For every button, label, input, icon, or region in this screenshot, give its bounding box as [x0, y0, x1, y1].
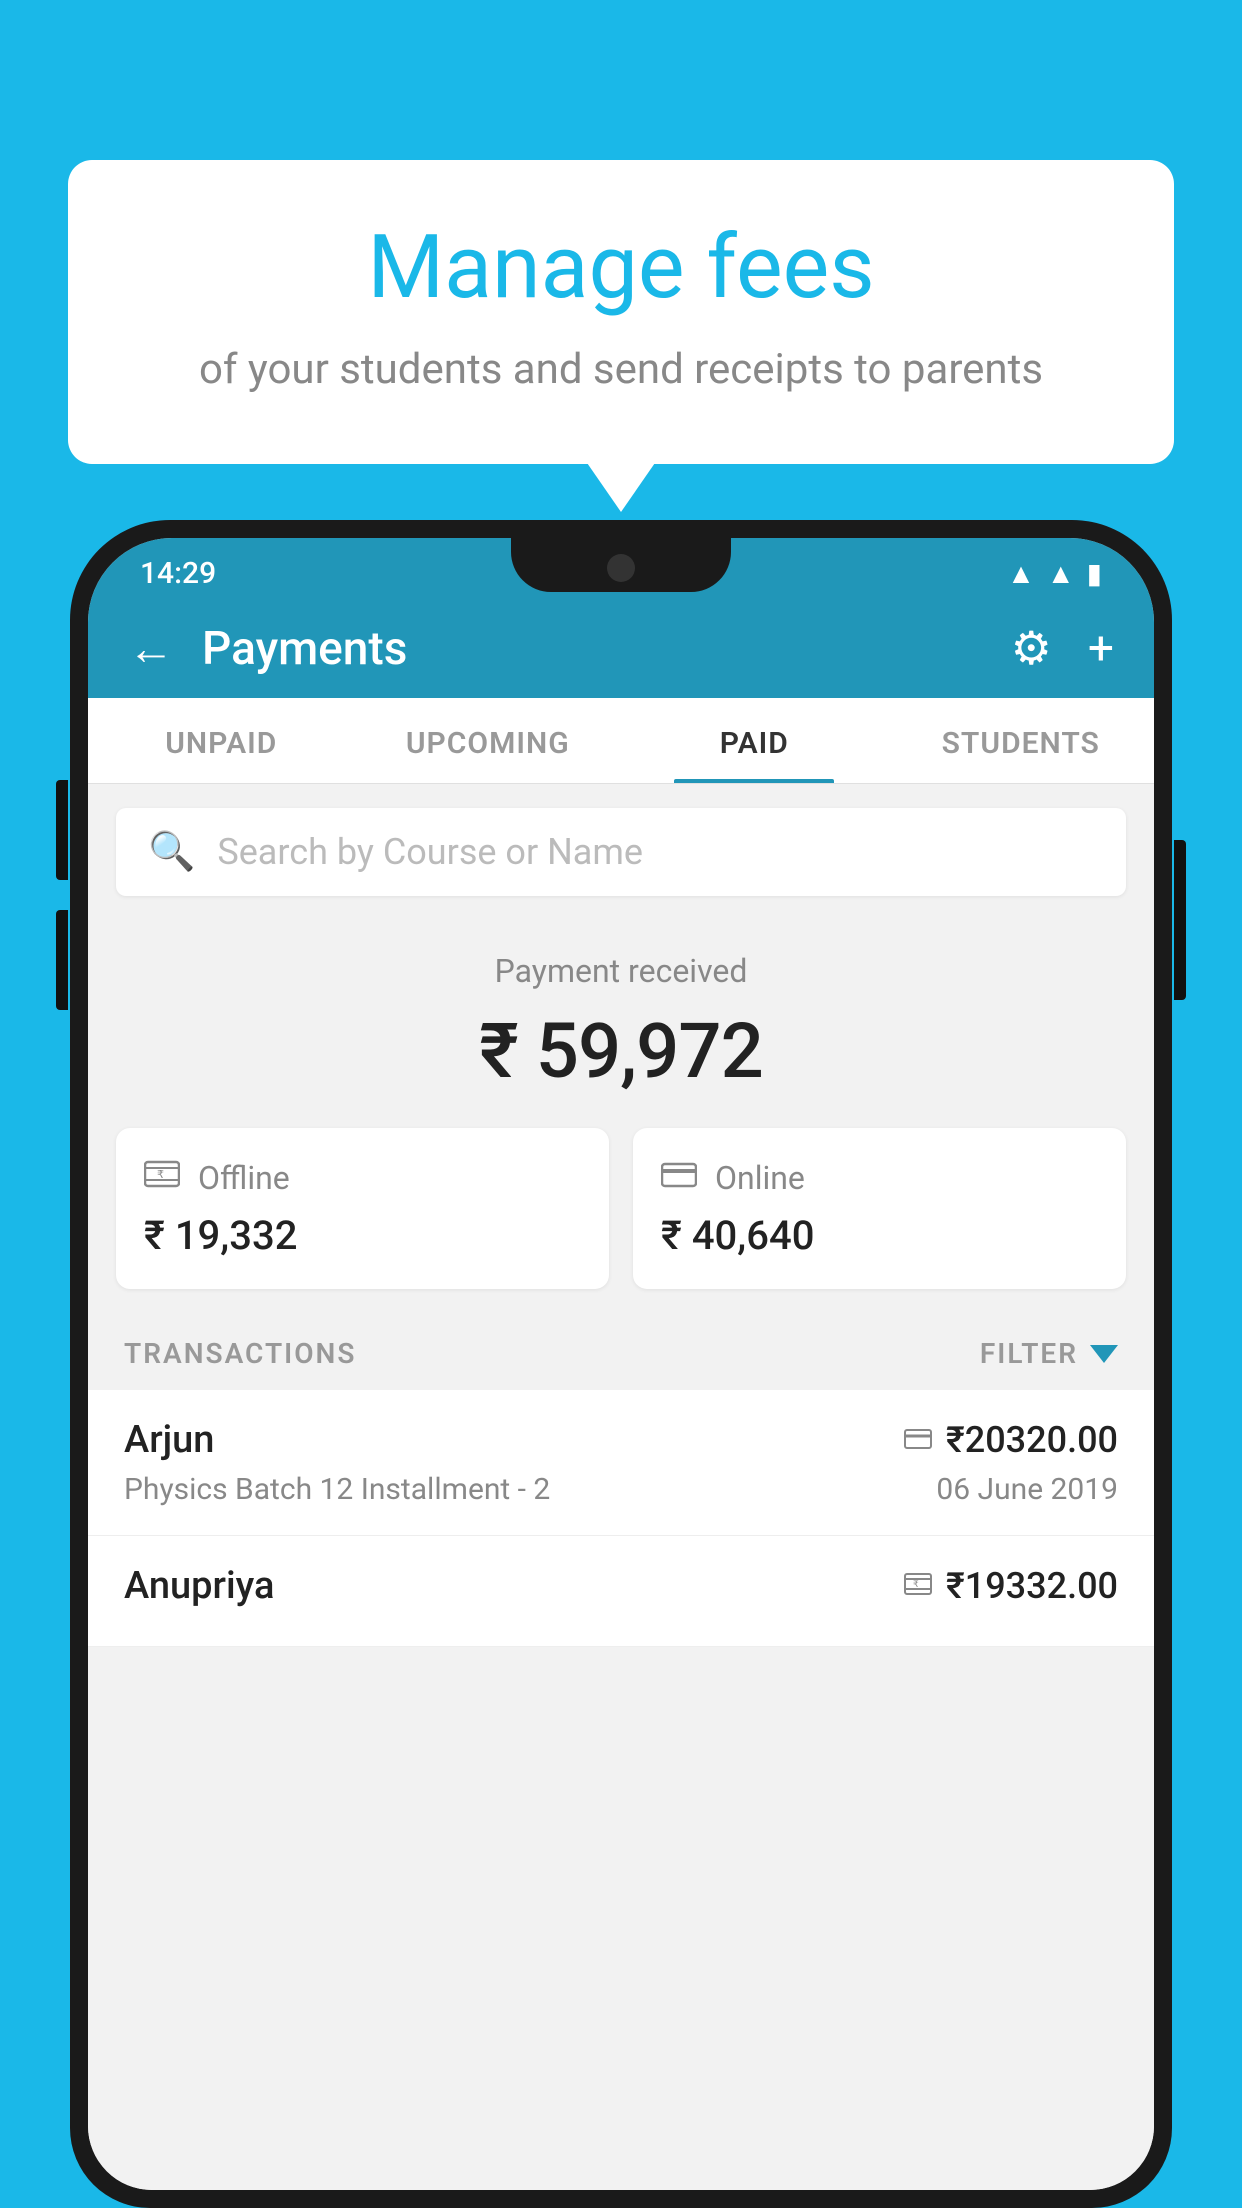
manage-fees-title: Manage fees	[148, 220, 1094, 317]
speech-bubble-container: Manage fees of your students and send re…	[68, 160, 1174, 464]
volume-up-button	[56, 780, 68, 880]
search-icon: 🔍	[148, 830, 195, 874]
speech-bubble: Manage fees of your students and send re…	[68, 160, 1174, 464]
search-bar[interactable]: 🔍 Search by Course or Name	[116, 808, 1126, 896]
transaction-course: Physics Batch 12 Installment - 2	[124, 1472, 550, 1507]
phone-notch	[511, 538, 731, 592]
phone-frame: 14:29 ▲ ▲ ▮ ← Payments ⚙ +	[70, 520, 1172, 2208]
transaction-payment-icon-2: ₹	[904, 1569, 932, 1604]
offline-payment-card: ₹ Offline ₹ 19,332	[116, 1128, 609, 1289]
filter-button[interactable]: FILTER	[980, 1337, 1118, 1370]
online-amount: ₹ 40,640	[661, 1212, 1098, 1259]
tabs-bar: UNPAID UPCOMING PAID STUDENTS	[88, 698, 1154, 784]
manage-fees-subtitle: of your students and send receipts to pa…	[148, 345, 1094, 394]
battery-icon: ▮	[1087, 557, 1102, 590]
offline-amount: ₹ 19,332	[144, 1212, 581, 1259]
transaction-name-2: Anupriya	[124, 1564, 274, 1608]
tab-paid[interactable]: PAID	[621, 698, 888, 783]
transaction-amount-2: ₹19332.00	[946, 1565, 1118, 1607]
svg-text:₹: ₹	[157, 1169, 164, 1181]
offline-label: Offline	[198, 1159, 290, 1197]
tab-unpaid[interactable]: UNPAID	[88, 698, 355, 783]
phone-screen: 14:29 ▲ ▲ ▮ ← Payments ⚙ +	[88, 538, 1154, 2190]
back-button[interactable]: ←	[128, 621, 174, 676]
status-time: 14:29	[140, 556, 216, 591]
top-bar: ← Payments ⚙ +	[88, 603, 1154, 698]
transaction-amount: ₹20320.00	[946, 1419, 1118, 1461]
filter-icon	[1090, 1345, 1118, 1363]
top-bar-actions: ⚙ +	[1011, 621, 1114, 676]
power-button	[1174, 840, 1186, 1000]
online-payment-card: Online ₹ 40,640	[633, 1128, 1126, 1289]
payment-received-amount: ₹ 59,972	[108, 1006, 1134, 1096]
transaction-name: Arjun	[124, 1418, 214, 1462]
signal-icon: ▲	[1047, 557, 1075, 590]
payment-summary: Payment received ₹ 59,972	[88, 920, 1154, 1120]
content-area: 🔍 Search by Course or Name Payment recei…	[88, 784, 1154, 2190]
transaction-payment-icon	[904, 1423, 932, 1458]
filter-label: FILTER	[980, 1337, 1078, 1370]
transaction-row[interactable]: Arjun ₹20320.00	[88, 1390, 1154, 1536]
payment-received-label: Payment received	[108, 952, 1134, 990]
svg-text:₹: ₹	[913, 1579, 919, 1589]
payment-cards: ₹ Offline ₹ 19,332	[116, 1128, 1126, 1289]
tab-upcoming[interactable]: UPCOMING	[355, 698, 622, 783]
settings-button[interactable]: ⚙	[1011, 621, 1052, 676]
add-button[interactable]: +	[1088, 622, 1114, 676]
online-label: Online	[715, 1159, 805, 1197]
wifi-icon: ▲	[1007, 557, 1035, 590]
search-placeholder-text: Search by Course or Name	[217, 831, 643, 873]
status-icons: ▲ ▲ ▮	[1007, 557, 1102, 590]
volume-down-button	[56, 910, 68, 1010]
transaction-row[interactable]: Anupriya ₹ ₹19	[88, 1536, 1154, 1647]
phone-outer: 14:29 ▲ ▲ ▮ ← Payments ⚙ +	[70, 520, 1172, 2208]
tab-students[interactable]: STUDENTS	[888, 698, 1155, 783]
transactions-label: TRANSACTIONS	[124, 1337, 356, 1370]
online-payment-icon	[661, 1158, 697, 1198]
offline-payment-icon: ₹	[144, 1158, 180, 1198]
page-title: Payments	[202, 622, 1011, 676]
camera-dot	[607, 554, 635, 582]
transactions-header: TRANSACTIONS FILTER	[88, 1317, 1154, 1390]
transaction-date: 06 June 2019	[936, 1472, 1118, 1507]
